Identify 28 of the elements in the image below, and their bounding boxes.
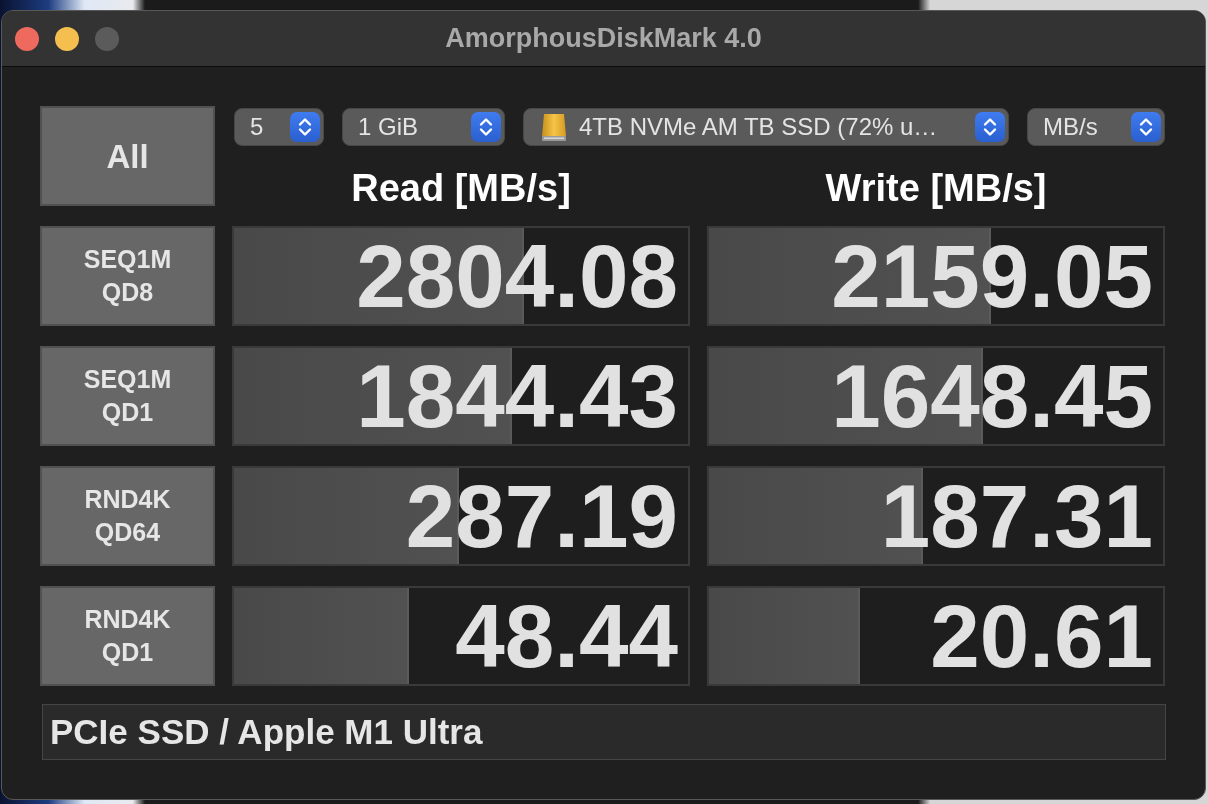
speed-value: 1844.43 [356, 351, 678, 441]
test-button[interactable]: SEQ1M QD1 [40, 346, 215, 446]
drive-icon [541, 113, 567, 141]
window-title: AmorphousDiskMark 4.0 [445, 23, 762, 54]
dropdown[interactable]: 1 GiB [342, 108, 505, 146]
speed-value: 1648.45 [831, 351, 1153, 441]
stepper-icon [290, 112, 320, 142]
comment-field[interactable]: PCIe SSD / Apple M1 Ultra [42, 704, 1166, 760]
speed-value: 48.44 [455, 591, 678, 681]
speed-value: 287.19 [405, 471, 678, 561]
speed-value: 20.61 [930, 591, 1153, 681]
column-header: Write [MB/s] [825, 166, 1047, 210]
stepper-icon [1131, 112, 1161, 142]
column-header: Read [MB/s] [351, 166, 571, 210]
close-button[interactable] [15, 26, 39, 51]
dropdown[interactable]: 5 [234, 108, 324, 146]
stepper-icon [975, 112, 1005, 142]
speed-value: 2159.05 [831, 231, 1153, 321]
minimize-button[interactable] [55, 26, 79, 51]
stepper-icon [471, 112, 501, 142]
dropdown[interactable]: MB/s [1027, 108, 1165, 146]
dropdown[interactable]: 4TB NVMe AM TB SSD (72% u… [523, 108, 1009, 146]
speed-value: 187.31 [880, 471, 1153, 561]
test-button[interactable]: RND4K QD64 [40, 466, 215, 566]
test-button[interactable]: SEQ1M QD8 [40, 226, 215, 326]
run-all-button[interactable]: All [40, 106, 215, 206]
speed-value: 2804.08 [356, 231, 678, 321]
test-button[interactable]: RND4K QD1 [40, 586, 215, 686]
